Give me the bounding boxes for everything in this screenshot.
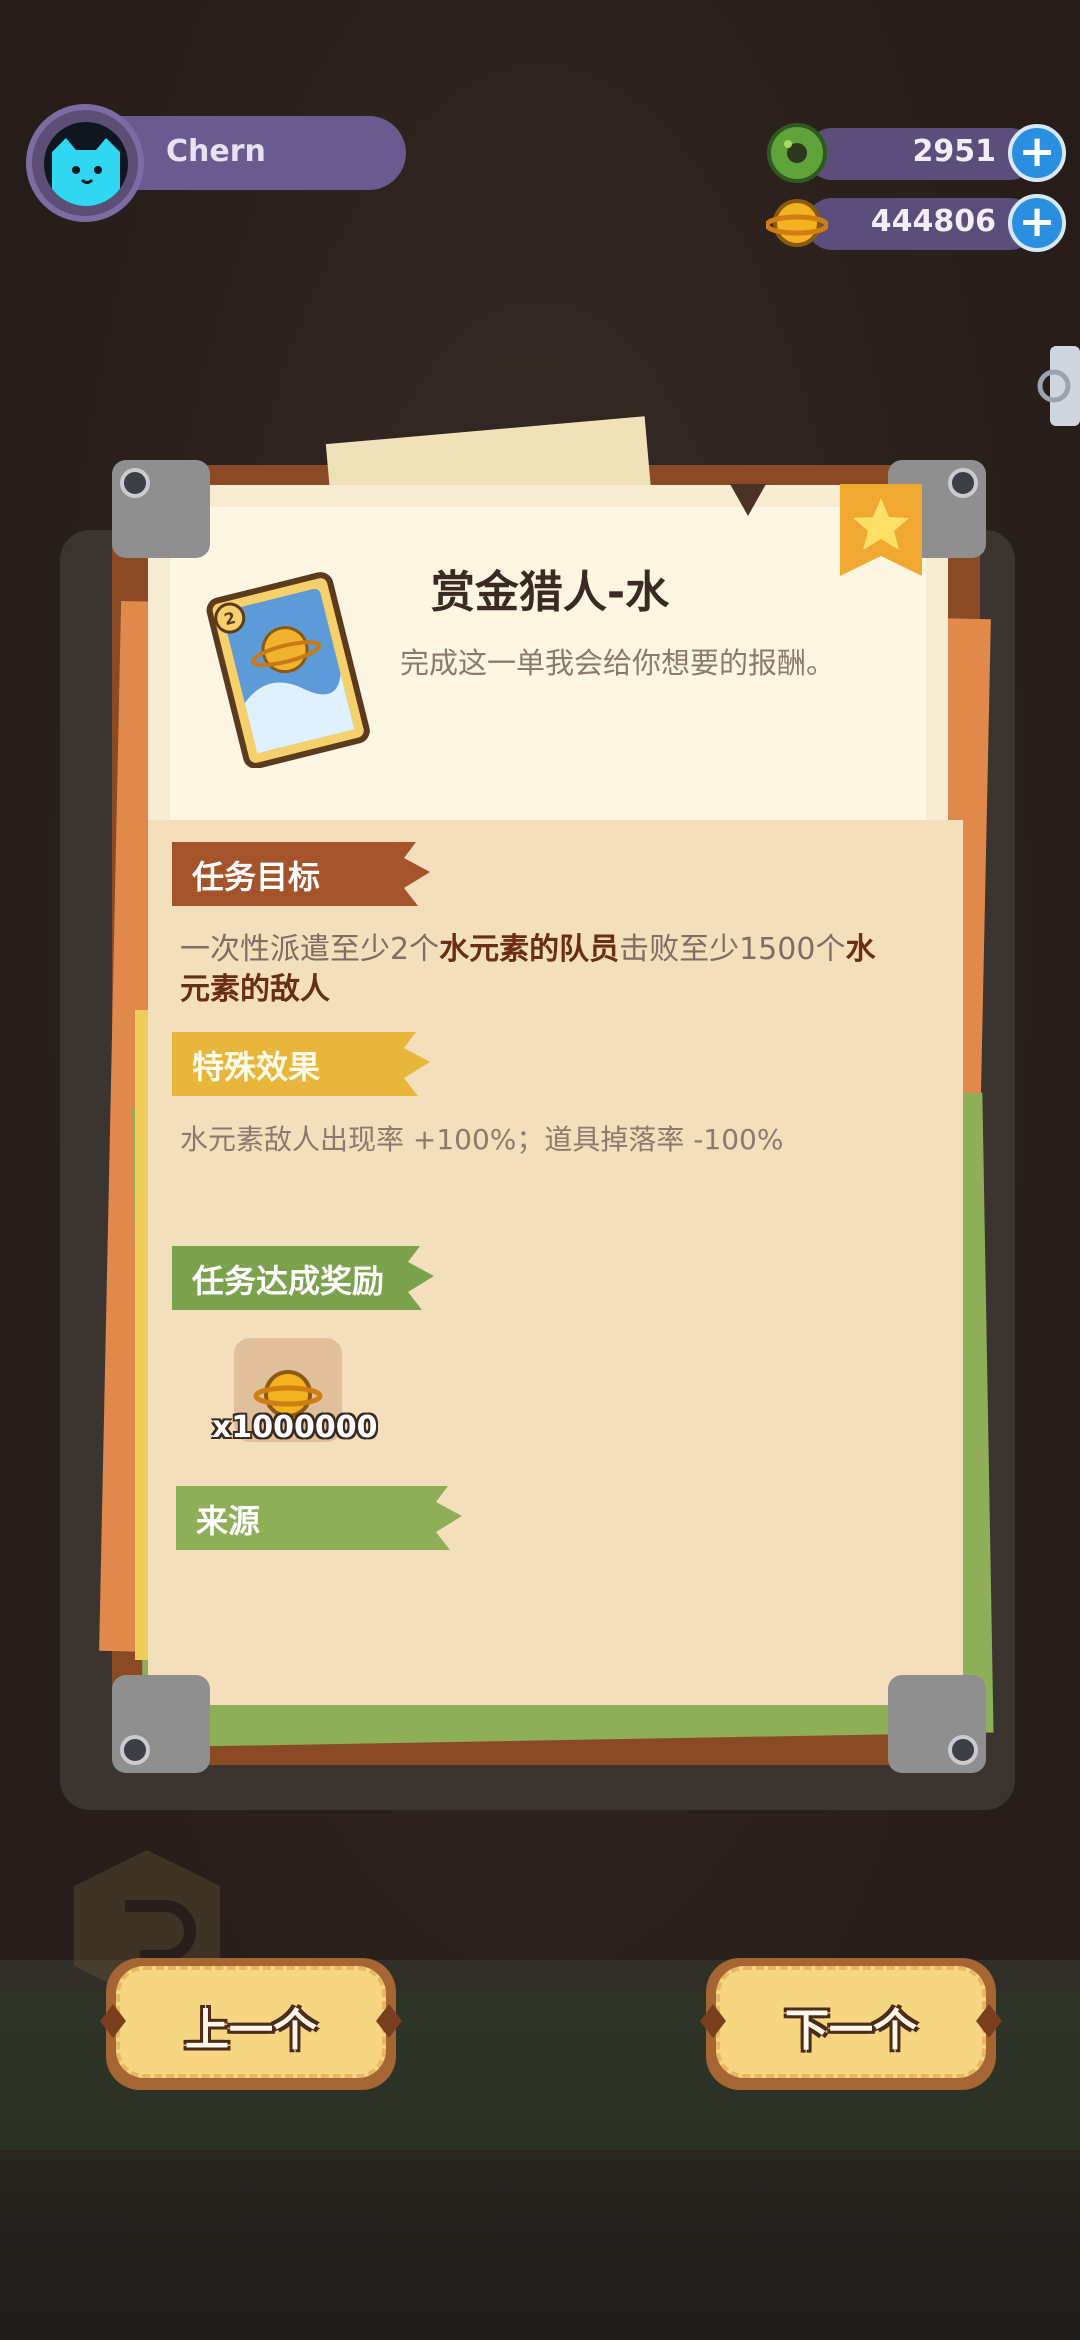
- effect-section-label: 特殊效果: [192, 1048, 321, 1086]
- avatar[interactable]: [44, 122, 128, 206]
- favorite-star-icon[interactable]: [840, 484, 922, 576]
- board-corner-clip: [112, 460, 210, 558]
- paper-notch: [730, 484, 766, 516]
- currency-gold-value: 444806: [870, 204, 996, 239]
- currency-green-value: 2951: [912, 134, 997, 169]
- previous-button[interactable]: 上一个: [100, 1958, 402, 2090]
- side-tab-icon[interactable]: [1032, 346, 1080, 426]
- goal-text: 一次性派遣至少2个水元素的队员击败至少1500个水 元素的敌人: [180, 932, 876, 1007]
- cat-avatar-icon: [52, 138, 120, 206]
- effect-text: 水元素敌人出现率 +100%；道具掉落率 -100%: [180, 1123, 784, 1156]
- source-section-label: 来源: [196, 1502, 261, 1540]
- goal-section-tag: 任务目标: [172, 842, 432, 906]
- source-section-tag: 来源: [176, 1486, 464, 1550]
- gold-planet-coin-icon: [766, 199, 828, 247]
- green-donut-coin-icon: [767, 123, 827, 183]
- next-button[interactable]: 下一个: [700, 1958, 1002, 2090]
- effect-section-tag: 特殊效果: [172, 1032, 432, 1096]
- player-profile[interactable]: Chern: [16, 104, 406, 234]
- add-gold-currency-button[interactable]: +: [1008, 194, 1066, 252]
- next-button-label: 下一个: [785, 2005, 917, 2056]
- board-corner-clip: [888, 1675, 986, 1773]
- reward-section-tag: 任务达成奖励: [172, 1246, 436, 1310]
- currency-gold: 444806 +: [766, 192, 1066, 254]
- player-name: Chern: [166, 134, 266, 169]
- reward-section-label: 任务达成奖励: [192, 1262, 385, 1300]
- currency-green: 2951 +: [766, 122, 1066, 184]
- mission-description: 完成这一单我会给你想要的报酬。: [400, 646, 836, 680]
- goal-section-label: 任务目标: [192, 858, 321, 896]
- board-corner-clip: [112, 1675, 210, 1773]
- reward-quantity: x1000000: [212, 1410, 378, 1445]
- add-green-currency-button[interactable]: +: [1008, 124, 1066, 182]
- mission-title: 赏金猎人-水: [430, 567, 670, 618]
- previous-button-label: 上一个: [185, 2005, 317, 2056]
